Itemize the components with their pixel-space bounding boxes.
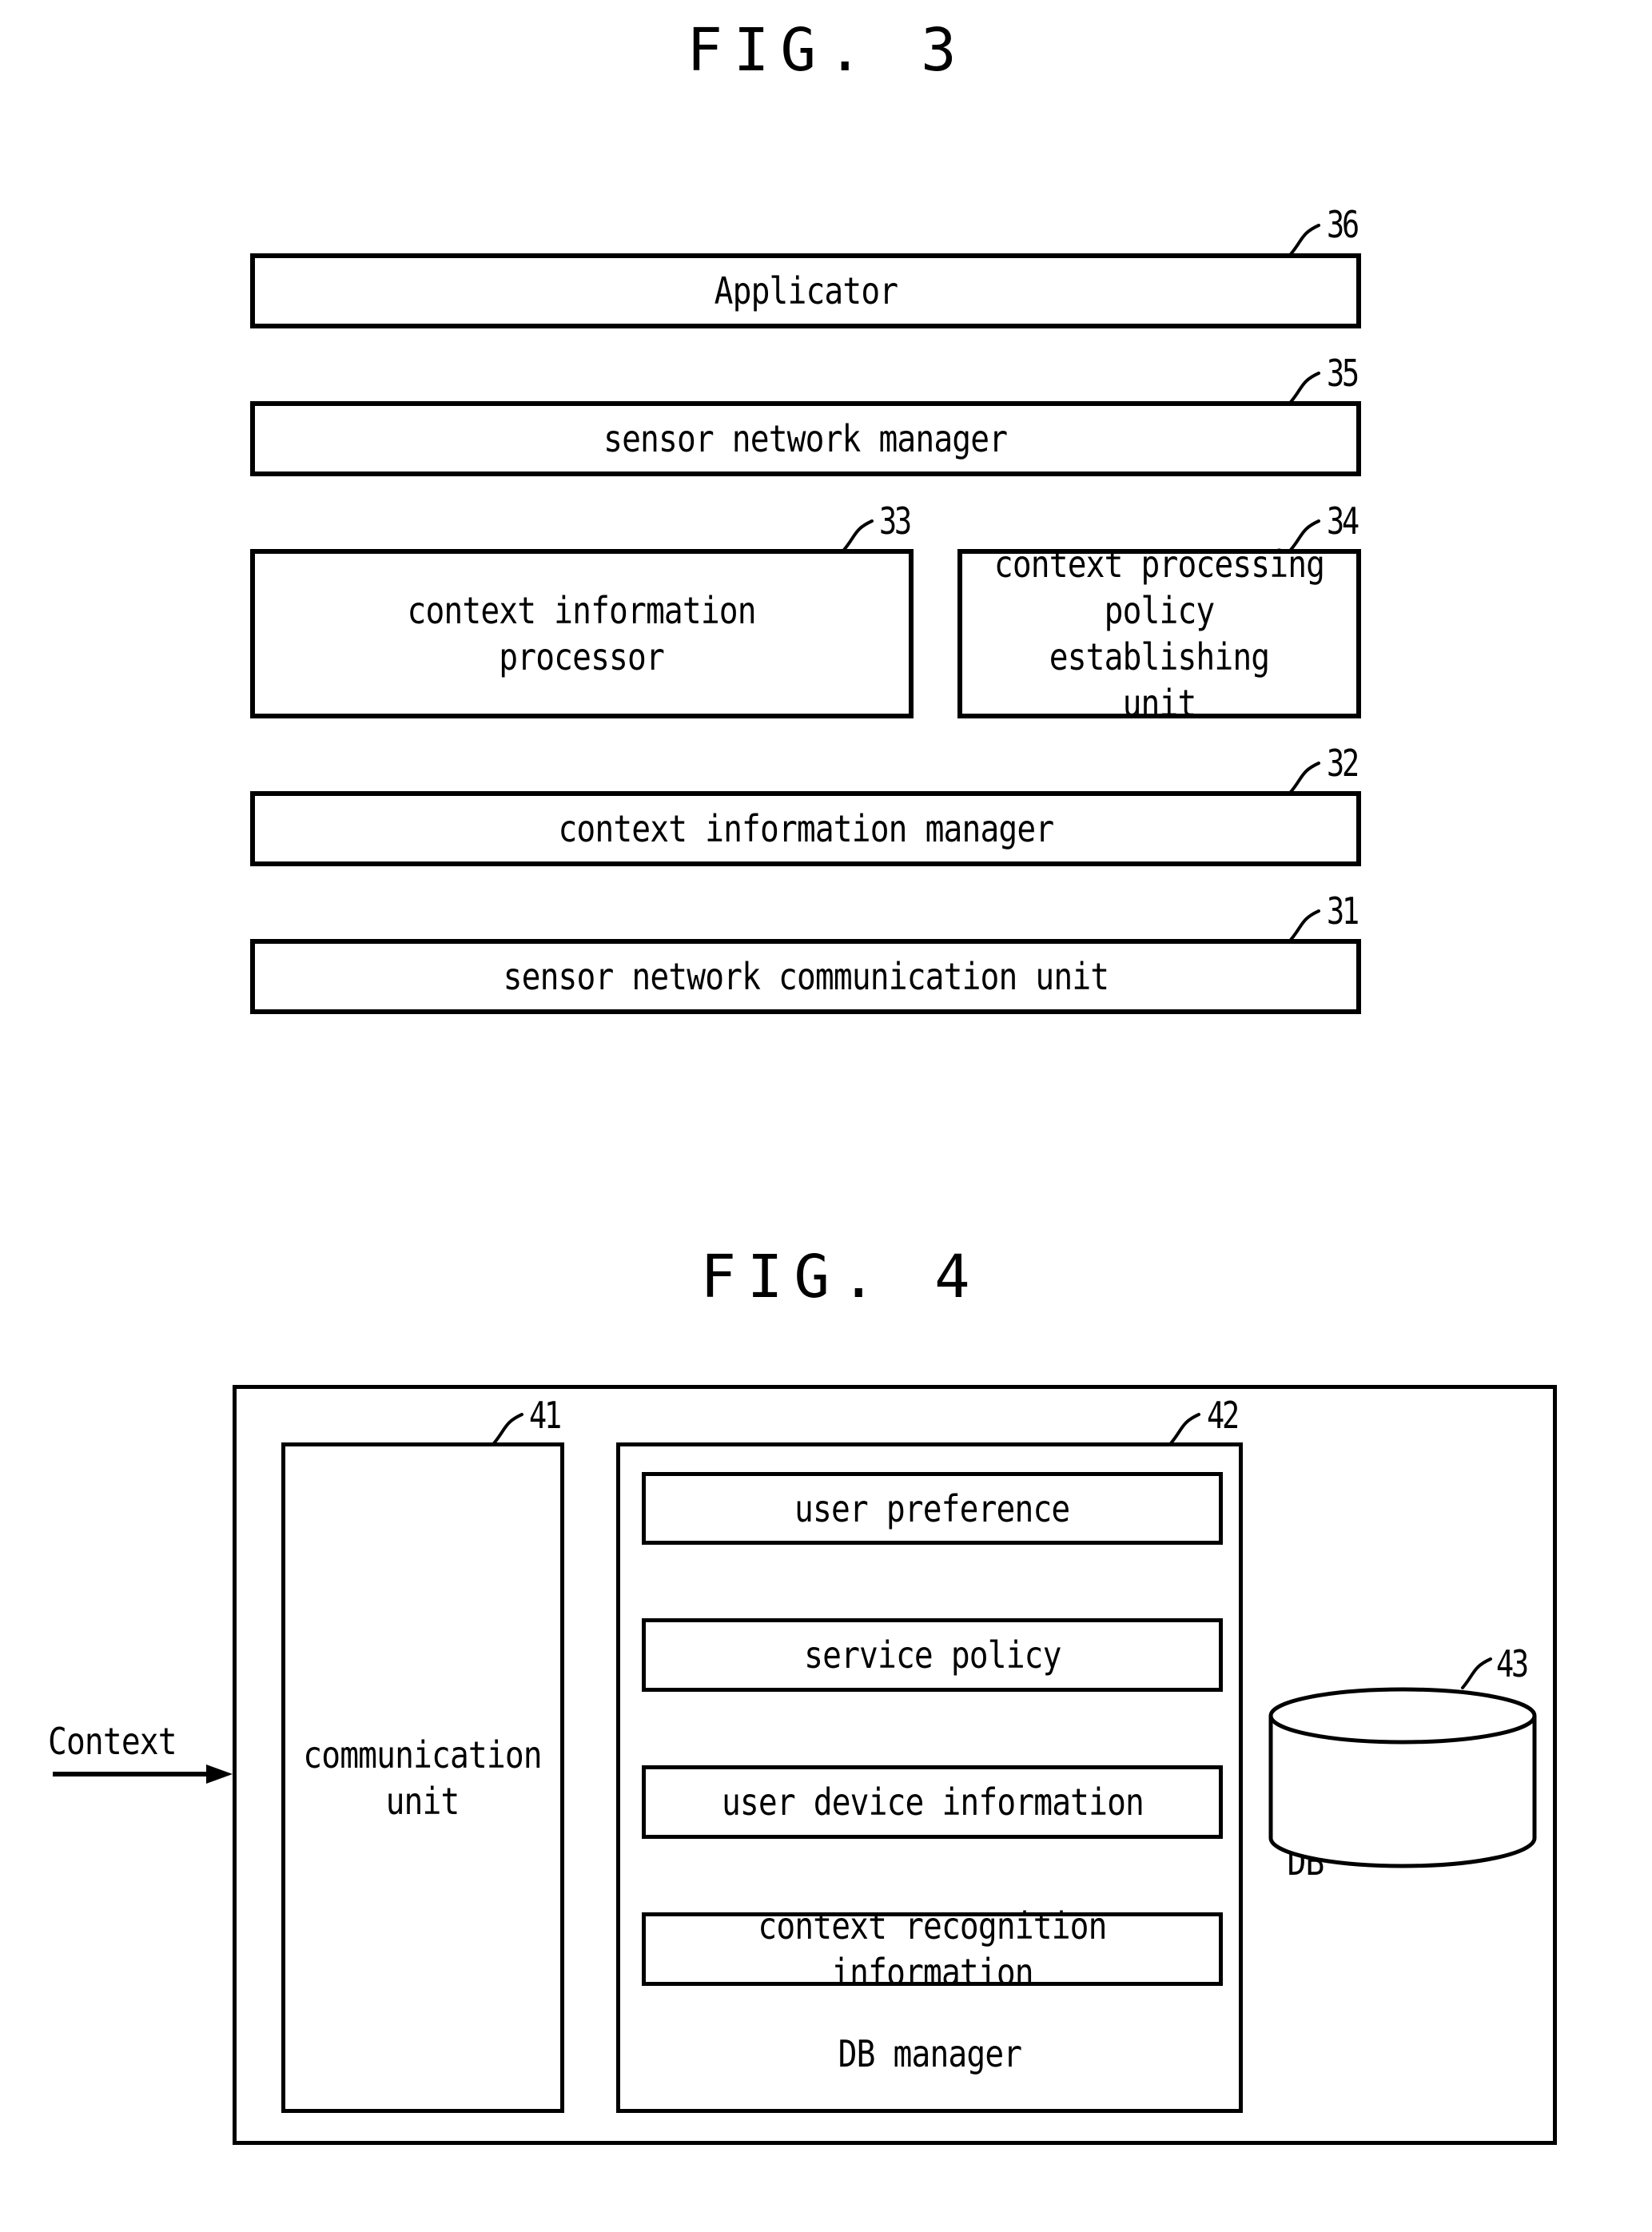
applicator-label: Applicator xyxy=(714,269,898,312)
sensor-network-communication-unit-block: sensor network communication unit xyxy=(250,939,1361,1014)
ref-31: 31 xyxy=(1327,889,1359,933)
context-recognition-information-block: context recognition information xyxy=(642,1904,1223,1994)
service-policy-block: service policy xyxy=(642,1618,1223,1692)
ref-42: 42 xyxy=(1207,1394,1240,1437)
applicator-block: Applicator xyxy=(250,253,1361,328)
context-input-label: Context xyxy=(48,1720,177,1763)
ref-41: 41 xyxy=(529,1394,562,1437)
leader-31 xyxy=(1289,909,1320,941)
context-information-processor-block: context information processor xyxy=(250,549,914,718)
user-preference-label: user preference xyxy=(794,1486,1070,1530)
context-information-db-text: context information DB xyxy=(1268,1746,1537,1885)
service-policy-label: service policy xyxy=(803,1633,1061,1677)
context-arrow-head xyxy=(206,1765,233,1784)
user-preference-block: user preference xyxy=(642,1472,1223,1545)
context-information-manager-label: context information manager xyxy=(558,807,1054,850)
db-manager-label: DB manager xyxy=(838,2032,1021,2075)
context-information-manager-block: context information manager xyxy=(250,791,1361,866)
fig3-title: FIG. 3 xyxy=(687,16,968,85)
ref-35: 35 xyxy=(1327,352,1359,395)
context-processing-policy-label: context processing policy establishing u… xyxy=(993,543,1325,725)
context-information-processor-label: context information processor xyxy=(407,589,757,678)
ref-34: 34 xyxy=(1327,499,1359,543)
leader-35 xyxy=(1289,372,1320,404)
communication-unit-block: communication unit xyxy=(281,1442,564,2113)
ref-36: 36 xyxy=(1327,203,1359,246)
leader-33 xyxy=(842,519,874,551)
ref-43: 43 xyxy=(1496,1642,1529,1685)
sensor-network-communication-unit-label: sensor network communication unit xyxy=(503,955,1109,998)
fig4-title: FIG. 4 xyxy=(700,1243,981,1311)
user-device-information-block: user device information xyxy=(642,1765,1223,1839)
context-processing-policy-block: context processing policy establishing u… xyxy=(957,543,1361,725)
ref-33: 33 xyxy=(879,499,912,543)
context-recognition-information-label: context recognition information xyxy=(758,1904,1107,1994)
leader-36 xyxy=(1289,224,1320,256)
leader-32 xyxy=(1289,762,1320,794)
sensor-network-manager-label: sensor network manager xyxy=(603,417,1008,460)
communication-unit-label: communication unit xyxy=(303,1733,543,1823)
context-information-db-label: context information DB xyxy=(1287,1748,1490,1884)
ref-32: 32 xyxy=(1327,742,1359,785)
sensor-network-manager-block: sensor network manager xyxy=(250,401,1361,476)
user-device-information-label: user device information xyxy=(721,1780,1144,1824)
